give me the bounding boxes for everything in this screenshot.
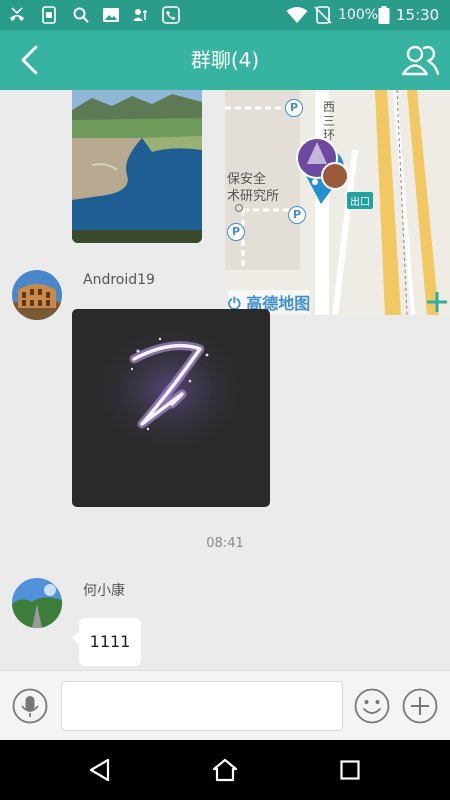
battery-icon	[378, 6, 390, 24]
message-timestamp: 08:41	[206, 536, 244, 551]
parking-marker: P	[227, 223, 245, 241]
colosseum-avatar	[12, 270, 62, 320]
back-nav-icon[interactable]	[88, 758, 112, 782]
text-message-bubble[interactable]: 1111	[72, 618, 141, 666]
home-nav-icon[interactable]	[212, 758, 238, 782]
recents-nav-icon[interactable]	[340, 760, 360, 780]
clock: 15:30	[396, 6, 440, 24]
group-members-icon[interactable]	[400, 42, 440, 78]
page-title: 群聊(4)	[190, 48, 260, 72]
road-avatar	[12, 578, 62, 628]
gallery-icon	[103, 8, 119, 22]
sender-name: 何小康	[83, 583, 125, 599]
wifi-icon	[286, 7, 308, 23]
plus-icon[interactable]	[402, 688, 438, 724]
search-icon	[73, 7, 89, 23]
parking-marker: P	[285, 99, 303, 117]
landscape-image-message[interactable]	[72, 90, 202, 243]
sender-name: Android19	[83, 272, 155, 288]
status-bar: 100% 15:30	[0, 0, 450, 30]
navigation-bar	[0, 740, 450, 800]
avatar[interactable]	[12, 270, 62, 320]
poi-label: 术研究所	[227, 189, 280, 204]
drawing-image-message[interactable]	[72, 309, 270, 507]
no-sim-icon	[314, 6, 332, 24]
title-bar: 群聊(4)	[0, 30, 450, 90]
glow-drawing	[90, 319, 250, 459]
message-input[interactable]	[61, 681, 343, 731]
voip-call-icon	[162, 6, 180, 24]
lake-photo	[72, 90, 202, 243]
sim-icon	[42, 6, 56, 24]
avatar[interactable]	[12, 578, 62, 628]
emoji-icon[interactable]	[354, 688, 390, 724]
microphone-icon[interactable]	[12, 688, 48, 724]
battery-percent: 100%	[338, 7, 379, 23]
input-bar	[0, 670, 450, 741]
location-map-card[interactable]: P P P 西三环 保安全 术研究所 出口 ⏻ 高德地图	[225, 90, 450, 315]
location-pin-icon	[296, 137, 349, 204]
zoom-plus-icon[interactable]	[425, 290, 449, 314]
chat-area[interactable]: P P P 西三环 保安全 术研究所 出口 ⏻ 高德地图 Android19 0…	[0, 90, 450, 670]
poi-dot	[235, 204, 243, 212]
missed-call-icon	[10, 7, 24, 21]
contact-signal-icon	[133, 9, 147, 21]
message-text: 1111	[89, 632, 131, 651]
